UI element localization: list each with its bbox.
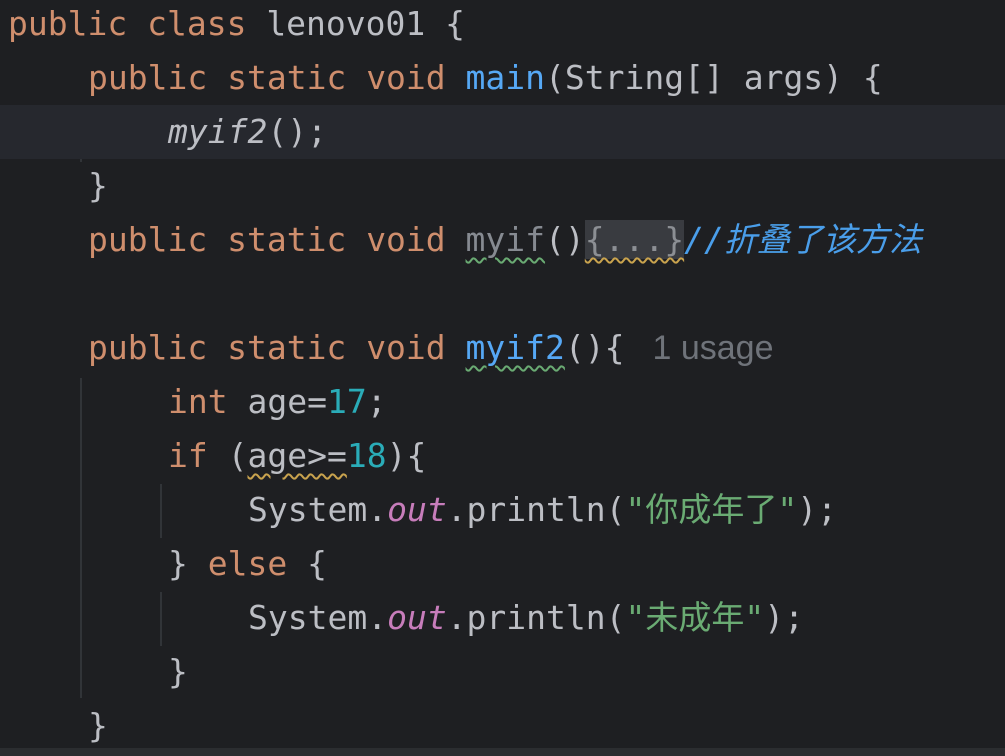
code-line-println-adult[interactable]: System.out.println("你成年了");: [0, 483, 1005, 537]
class-name: lenovo01: [266, 4, 426, 43]
string-quote-close: ": [744, 598, 765, 637]
code-line-if[interactable]: if (age>=18){: [0, 429, 1005, 483]
usage-count-hint[interactable]: 1 usage: [653, 329, 774, 367]
close-paren-brace: ){: [386, 436, 427, 475]
keyword-if: if: [168, 436, 208, 475]
code-line-myif2-declaration[interactable]: public static void myif2(){ 1 usage: [0, 321, 1005, 375]
code-line-int-age[interactable]: int age=17;: [0, 375, 1005, 429]
code-line-main-declaration[interactable]: public static void main(String[] args) {: [0, 51, 1005, 105]
keyword-static: static: [227, 58, 347, 97]
myif-parens: (): [545, 220, 585, 259]
keyword-int: int: [168, 382, 228, 421]
class-system: System.: [248, 490, 388, 529]
code-line-method-close[interactable]: }: [0, 699, 1005, 753]
string-literal: 你成年了: [645, 490, 778, 529]
call-parens: ();: [267, 112, 327, 151]
code-line-myif-folded[interactable]: public static void myif(){...}//折叠了该方法: [0, 213, 1005, 267]
method-name-myif2: myif2: [465, 328, 565, 367]
keyword-class: class: [147, 4, 247, 43]
code-line-class-declaration[interactable]: public class lenovo01 {: [0, 0, 1005, 51]
line-comment-prefix: //: [684, 220, 724, 259]
line-comment-text: 折叠了该方法: [723, 220, 922, 259]
statement-end: );: [764, 598, 804, 637]
semicolon: ;: [366, 382, 387, 421]
keyword-void: void: [366, 220, 446, 259]
code-line-println-minor[interactable]: System.out.println("未成年");: [0, 591, 1005, 645]
close-brace: }: [88, 166, 108, 205]
myif2-parens: (){: [564, 328, 625, 367]
open-brace: {: [307, 544, 327, 583]
class-system: System.: [248, 598, 388, 637]
method-println: .println(: [446, 598, 626, 637]
string-literal: 未成年: [645, 598, 745, 637]
code-line-if-close[interactable]: }: [0, 645, 1005, 699]
number-literal: 18: [346, 436, 387, 475]
keyword-void: void: [366, 328, 446, 367]
keyword-static: static: [227, 220, 347, 259]
method-println: .println(: [446, 490, 626, 529]
folded-region-placeholder[interactable]: {...}: [584, 220, 685, 259]
condition-age-gte: age>=: [247, 436, 347, 475]
string-quote-open: ": [625, 490, 646, 529]
keyword-public: public: [8, 4, 128, 43]
method-name-main: main: [465, 58, 546, 97]
string-quote-close: ": [777, 490, 798, 529]
code-line-main-close[interactable]: }: [0, 159, 1005, 213]
editor-bottom-edge: [0, 748, 1005, 756]
main-params: (String[] args) {: [545, 58, 883, 97]
code-line-myif2-call[interactable]: myif2();: [0, 105, 1005, 159]
number-literal: 17: [326, 382, 367, 421]
keyword-static: static: [227, 328, 347, 367]
method-name-myif: myif: [465, 220, 546, 259]
open-brace: {: [445, 4, 466, 43]
keyword-public: public: [88, 58, 208, 97]
close-brace: }: [88, 706, 108, 745]
keyword-public: public: [88, 220, 208, 259]
field-out: out: [387, 490, 447, 529]
variable-age-assign: age=: [247, 382, 327, 421]
string-quote-open: ": [625, 598, 646, 637]
keyword-public: public: [88, 328, 208, 367]
close-brace: }: [168, 652, 188, 691]
field-out: out: [387, 598, 447, 637]
open-paren: (: [227, 436, 248, 475]
keyword-void: void: [366, 58, 446, 97]
keyword-else: else: [207, 544, 288, 583]
method-call-myif2: myif2: [168, 112, 268, 151]
statement-end: );: [797, 490, 837, 529]
code-editor[interactable]: public class lenovo01 { public static vo…: [0, 0, 1005, 756]
close-brace: }: [168, 544, 188, 583]
code-line-else[interactable]: } else {: [0, 537, 1005, 591]
code-line-blank[interactable]: [0, 267, 1005, 321]
